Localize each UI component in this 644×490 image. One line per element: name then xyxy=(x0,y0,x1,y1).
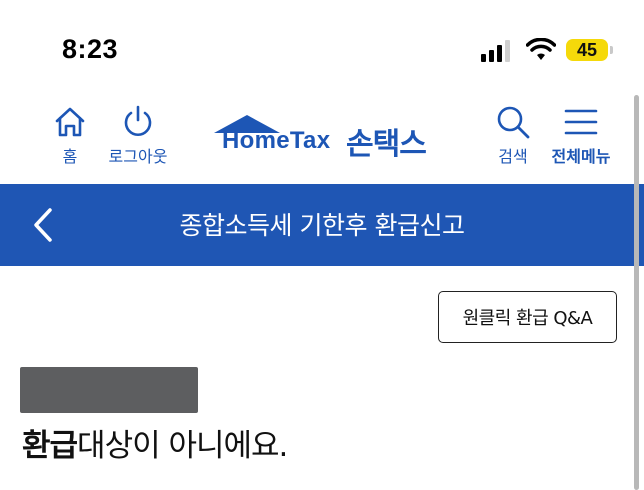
redacted-block xyxy=(20,367,198,413)
search-icon xyxy=(497,106,530,139)
result-rest: 대상이 아니에요. xyxy=(77,428,288,464)
battery-icon: 45 xyxy=(566,39,608,61)
home-button[interactable]: 홈 xyxy=(50,105,90,167)
hometax-logo[interactable]: HomeTax 손택스 xyxy=(212,113,442,162)
wifi-icon xyxy=(526,38,556,60)
all-menu-button[interactable]: 전체메뉴 xyxy=(545,105,617,167)
search-button[interactable]: 검색 xyxy=(490,105,536,167)
home-label: 홈 xyxy=(62,147,78,166)
hamburger-menu-icon xyxy=(564,109,598,135)
one-click-refund-qa-button[interactable]: 원클릭 환급 Q&A xyxy=(438,291,617,343)
status-bar: 8:23 45 xyxy=(0,0,644,90)
result-bold: 환급 xyxy=(22,428,78,464)
power-icon xyxy=(124,105,152,136)
battery-tip xyxy=(610,46,613,54)
status-time: 8:23 xyxy=(62,34,119,64)
refund-result-message: 환급대상이 아니에요. xyxy=(22,420,288,465)
page-title: 종합소득세 기한후 환급신고 xyxy=(179,211,465,240)
logo-text: HomeTax xyxy=(222,127,331,154)
home-icon xyxy=(55,107,85,137)
all-menu-label: 전체메뉴 xyxy=(551,147,611,166)
scrollbar[interactable] xyxy=(634,95,639,490)
logo-korean: 손택스 xyxy=(346,127,427,162)
app-header: 홈 로그아웃 HomeTax 손택스 검색 전체메뉴 xyxy=(0,95,644,183)
logout-button[interactable]: 로그아웃 xyxy=(102,105,174,167)
search-label: 검색 xyxy=(498,147,528,166)
logout-label: 로그아웃 xyxy=(108,147,168,166)
cellular-signal-icon xyxy=(481,40,510,62)
battery-level: 45 xyxy=(576,40,598,60)
page-title-bar: 종합소득세 기한후 환급신고 xyxy=(0,184,644,266)
